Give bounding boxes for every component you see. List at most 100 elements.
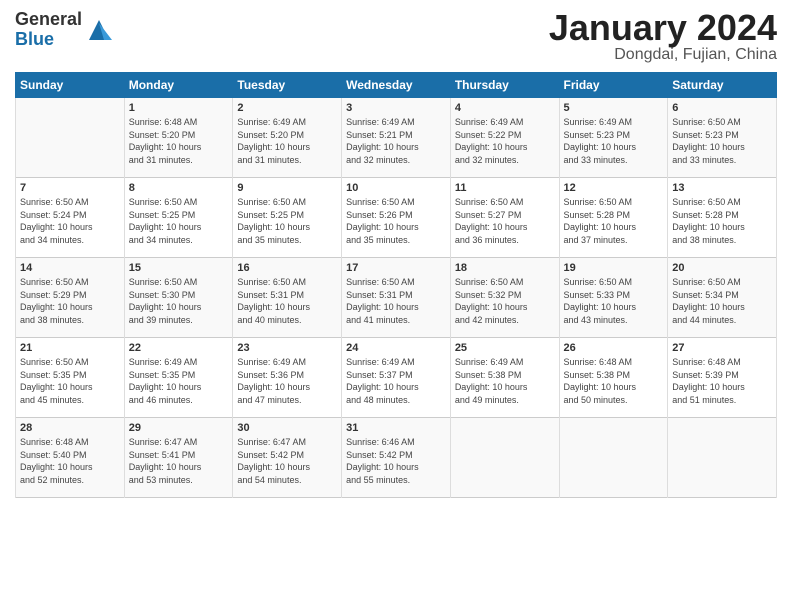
day-info: Sunrise: 6:50 AM Sunset: 5:24 PM Dayligh… bbox=[20, 196, 120, 246]
day-number: 23 bbox=[237, 342, 337, 354]
calendar-cell: 15 Sunrise: 6:50 AM Sunset: 5:30 PM Dayli… bbox=[124, 258, 233, 338]
day-number: 11 bbox=[455, 182, 555, 194]
day-info: Sunrise: 6:50 AM Sunset: 5:34 PM Dayligh… bbox=[672, 276, 772, 326]
calendar-cell: 21Sunrise: 6:50 AM Sunset: 5:35 PM Dayli… bbox=[16, 338, 125, 418]
day-number: 22 bbox=[129, 342, 229, 354]
day-info: Sunrise: 6:50 AM Sunset: 5:28 PM Dayligh… bbox=[564, 196, 664, 246]
day-info: Sunrise: 6:50 AM Sunset: 5:32 PM Dayligh… bbox=[455, 276, 555, 326]
calendar-cell: 8 Sunrise: 6:50 AM Sunset: 5:25 PM Daylig… bbox=[124, 178, 233, 258]
col-monday: Monday bbox=[124, 73, 233, 98]
calendar-cell: 23 Sunrise: 6:49 AM Sunset: 5:36 PM Dayli… bbox=[233, 338, 342, 418]
day-number: 7 bbox=[20, 182, 120, 194]
calendar-cell: 11Sunrise: 6:50 AM Sunset: 5:27 PM Dayli… bbox=[450, 178, 559, 258]
day-info: Sunrise: 6:49 AM Sunset: 5:23 PM Dayligh… bbox=[564, 116, 664, 166]
day-info: Sunrise: 6:49 AM Sunset: 5:38 PM Dayligh… bbox=[455, 356, 555, 406]
calendar-cell bbox=[450, 418, 559, 498]
calendar-table: Sunday Monday Tuesday Wednesday Thursday… bbox=[15, 72, 777, 498]
calendar-cell: 31 Sunrise: 6:46 AM Sunset: 5:42 PM Dayli… bbox=[342, 418, 451, 498]
location: Dongdai, Fujian, China bbox=[549, 46, 777, 64]
day-info: Sunrise: 6:50 AM Sunset: 5:25 PM Dayligh… bbox=[129, 196, 229, 246]
calendar-cell: 25 Sunrise: 6:49 AM Sunset: 5:38 PM Dayli… bbox=[450, 338, 559, 418]
calendar-cell bbox=[16, 98, 125, 178]
col-thursday: Thursday bbox=[450, 73, 559, 98]
calendar-cell: 12 Sunrise: 6:50 AM Sunset: 5:28 PM Dayli… bbox=[559, 178, 668, 258]
day-info: Sunrise: 6:49 AM Sunset: 5:22 PM Dayligh… bbox=[455, 116, 555, 166]
day-number: 27 bbox=[672, 342, 772, 354]
day-info: Sunrise: 6:50 AM Sunset: 5:25 PM Dayligh… bbox=[237, 196, 337, 246]
day-info: Sunrise: 6:50 AM Sunset: 5:33 PM Dayligh… bbox=[564, 276, 664, 326]
day-number: 31 bbox=[346, 422, 446, 434]
day-info: Sunrise: 6:49 AM Sunset: 5:35 PM Dayligh… bbox=[129, 356, 229, 406]
day-number: 2 bbox=[237, 102, 337, 114]
calendar-cell: 30Sunrise: 6:47 AM Sunset: 5:42 PM Dayli… bbox=[233, 418, 342, 498]
calendar-cell: 6 Sunrise: 6:50 AM Sunset: 5:23 PM Daylig… bbox=[668, 98, 777, 178]
calendar-cell: 28 Sunrise: 6:48 AM Sunset: 5:40 PM Dayli… bbox=[16, 418, 125, 498]
day-number: 13 bbox=[672, 182, 772, 194]
col-saturday: Saturday bbox=[668, 73, 777, 98]
day-number: 28 bbox=[20, 422, 120, 434]
day-number: 14 bbox=[20, 262, 120, 274]
day-number: 20 bbox=[672, 262, 772, 274]
day-number: 19 bbox=[564, 262, 664, 274]
day-number: 17 bbox=[346, 262, 446, 274]
logo-general: General bbox=[15, 10, 82, 30]
calendar-cell: 24Sunrise: 6:49 AM Sunset: 5:37 PM Dayli… bbox=[342, 338, 451, 418]
calendar-cell: 19 Sunrise: 6:50 AM Sunset: 5:33 PM Dayli… bbox=[559, 258, 668, 338]
calendar-cell bbox=[559, 418, 668, 498]
calendar-cell: 9 Sunrise: 6:50 AM Sunset: 5:25 PM Daylig… bbox=[233, 178, 342, 258]
col-sunday: Sunday bbox=[16, 73, 125, 98]
title-block: January 2024 Dongdai, Fujian, China bbox=[549, 10, 777, 64]
day-number: 6 bbox=[672, 102, 772, 114]
calendar-week-3: 14 Sunrise: 6:50 AM Sunset: 5:29 PM Dayli… bbox=[16, 258, 777, 338]
header: General Blue January 2024 Dongdai, Fujia… bbox=[15, 10, 777, 64]
calendar-cell: 27 Sunrise: 6:48 AM Sunset: 5:39 PM Dayli… bbox=[668, 338, 777, 418]
day-info: Sunrise: 6:48 AM Sunset: 5:39 PM Dayligh… bbox=[672, 356, 772, 406]
day-number: 25 bbox=[455, 342, 555, 354]
day-number: 4 bbox=[455, 102, 555, 114]
day-info: Sunrise: 6:46 AM Sunset: 5:42 PM Dayligh… bbox=[346, 436, 446, 486]
day-number: 9 bbox=[237, 182, 337, 194]
calendar-cell: 26 Sunrise: 6:48 AM Sunset: 5:38 PM Dayli… bbox=[559, 338, 668, 418]
calendar-cell: 10Sunrise: 6:50 AM Sunset: 5:26 PM Dayli… bbox=[342, 178, 451, 258]
logo-icon bbox=[84, 15, 114, 45]
logo: General Blue bbox=[15, 10, 114, 50]
col-friday: Friday bbox=[559, 73, 668, 98]
col-tuesday: Tuesday bbox=[233, 73, 342, 98]
calendar-cell: 18 Sunrise: 6:50 AM Sunset: 5:32 PM Dayli… bbox=[450, 258, 559, 338]
day-info: Sunrise: 6:49 AM Sunset: 5:36 PM Dayligh… bbox=[237, 356, 337, 406]
calendar-cell bbox=[668, 418, 777, 498]
day-info: Sunrise: 6:50 AM Sunset: 5:23 PM Dayligh… bbox=[672, 116, 772, 166]
day-info: Sunrise: 6:48 AM Sunset: 5:38 PM Dayligh… bbox=[564, 356, 664, 406]
day-info: Sunrise: 6:49 AM Sunset: 5:20 PM Dayligh… bbox=[237, 116, 337, 166]
day-number: 12 bbox=[564, 182, 664, 194]
calendar-cell: 16Sunrise: 6:50 AM Sunset: 5:31 PM Dayli… bbox=[233, 258, 342, 338]
calendar-week-5: 28 Sunrise: 6:48 AM Sunset: 5:40 PM Dayli… bbox=[16, 418, 777, 498]
calendar-cell: 14 Sunrise: 6:50 AM Sunset: 5:29 PM Dayli… bbox=[16, 258, 125, 338]
day-number: 15 bbox=[129, 262, 229, 274]
day-info: Sunrise: 6:50 AM Sunset: 5:26 PM Dayligh… bbox=[346, 196, 446, 246]
day-info: Sunrise: 6:50 AM Sunset: 5:31 PM Dayligh… bbox=[346, 276, 446, 326]
day-number: 18 bbox=[455, 262, 555, 274]
calendar-cell: 1 Sunrise: 6:48 AM Sunset: 5:20 PM Daylig… bbox=[124, 98, 233, 178]
main-container: General Blue January 2024 Dongdai, Fujia… bbox=[0, 0, 792, 508]
calendar-cell: 2 Sunrise: 6:49 AM Sunset: 5:20 PM Daylig… bbox=[233, 98, 342, 178]
day-info: Sunrise: 6:49 AM Sunset: 5:37 PM Dayligh… bbox=[346, 356, 446, 406]
calendar-week-4: 21Sunrise: 6:50 AM Sunset: 5:35 PM Dayli… bbox=[16, 338, 777, 418]
day-number: 16 bbox=[237, 262, 337, 274]
day-info: Sunrise: 6:50 AM Sunset: 5:29 PM Dayligh… bbox=[20, 276, 120, 326]
day-info: Sunrise: 6:48 AM Sunset: 5:40 PM Dayligh… bbox=[20, 436, 120, 486]
calendar-cell: 17 Sunrise: 6:50 AM Sunset: 5:31 PM Dayli… bbox=[342, 258, 451, 338]
day-number: 29 bbox=[129, 422, 229, 434]
day-info: Sunrise: 6:48 AM Sunset: 5:20 PM Dayligh… bbox=[129, 116, 229, 166]
day-number: 1 bbox=[129, 102, 229, 114]
day-number: 8 bbox=[129, 182, 229, 194]
calendar-cell: 22 Sunrise: 6:49 AM Sunset: 5:35 PM Dayli… bbox=[124, 338, 233, 418]
day-info: Sunrise: 6:50 AM Sunset: 5:30 PM Dayligh… bbox=[129, 276, 229, 326]
day-info: Sunrise: 6:50 AM Sunset: 5:35 PM Dayligh… bbox=[20, 356, 120, 406]
calendar-cell: 5 Sunrise: 6:49 AM Sunset: 5:23 PM Daylig… bbox=[559, 98, 668, 178]
calendar-week-2: 7 Sunrise: 6:50 AM Sunset: 5:24 PM Daylig… bbox=[16, 178, 777, 258]
day-number: 5 bbox=[564, 102, 664, 114]
day-number: 30 bbox=[237, 422, 337, 434]
calendar-cell: 3Sunrise: 6:49 AM Sunset: 5:21 PM Daylig… bbox=[342, 98, 451, 178]
day-number: 26 bbox=[564, 342, 664, 354]
